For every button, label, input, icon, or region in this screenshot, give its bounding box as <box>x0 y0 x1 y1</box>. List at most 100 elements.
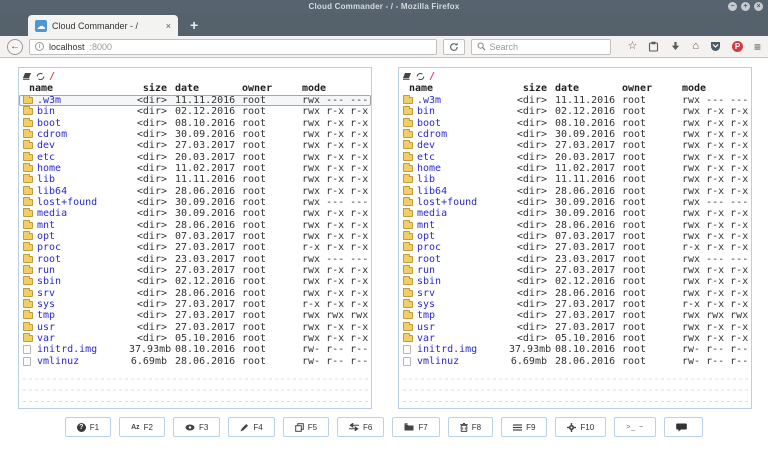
file-row[interactable]: proc <dir> 27.03.2017 root r-x r-x r-x <box>19 242 371 253</box>
edit-f4-button[interactable]: F4 <box>228 417 275 437</box>
file-name-link[interactable]: usr <box>37 322 55 333</box>
file-name-link[interactable]: etc <box>37 152 55 163</box>
file-name-link[interactable]: sys <box>37 299 55 310</box>
file-name-link[interactable]: srv <box>417 288 435 299</box>
file-name-link[interactable]: boot <box>37 118 61 129</box>
file-name-link[interactable]: root <box>37 254 61 265</box>
file-row[interactable]: mnt <dir> 28.06.2016 root rwx r-x r-x <box>399 220 751 231</box>
refresh-icon[interactable] <box>36 72 45 81</box>
contact-button[interactable] <box>664 417 704 437</box>
back-button[interactable]: ← <box>7 38 23 55</box>
file-row[interactable]: lib <dir> 11.11.2016 root rwx r-x r-x <box>399 174 751 185</box>
file-row[interactable]: initrd.img 37.93mb 08.10.2016 root rw- r… <box>399 344 751 355</box>
file-name-link[interactable]: lost+found <box>417 197 477 208</box>
file-row[interactable]: tmp <dir> 27.03.2017 root rwx rwx rwx <box>19 310 371 321</box>
bookmarks-menu-icon[interactable] <box>648 41 659 52</box>
search-input[interactable]: Search <box>470 38 612 55</box>
move-f6-button[interactable]: F6 <box>337 417 385 437</box>
file-row[interactable]: opt <dir> 07.03.2017 root rwx r-x r-x <box>399 231 751 242</box>
file-row[interactable]: boot <dir> 08.10.2016 root rwx r-x r-x <box>19 118 371 129</box>
column-size[interactable]: size <box>129 83 167 94</box>
file-name-link[interactable]: proc <box>37 242 61 253</box>
file-row[interactable]: lost+found <dir> 30.09.2016 root rwx ---… <box>399 197 751 208</box>
config-f10-button[interactable]: F10 <box>555 417 607 437</box>
file-name-link[interactable]: run <box>417 265 435 276</box>
column-owner[interactable]: owner <box>622 83 682 94</box>
downloads-icon[interactable] <box>670 41 681 52</box>
file-row[interactable]: cdrom <dir> 30.09.2016 root rwx r-x r-x <box>19 129 371 140</box>
close-icon[interactable]: × <box>754 2 763 11</box>
file-row[interactable]: vmlinuz 6.69mb 28.06.2016 root rw- r-- r… <box>19 356 371 367</box>
column-date[interactable]: date <box>547 83 622 94</box>
file-name-link[interactable]: etc <box>417 152 435 163</box>
file-name-link[interactable]: srv <box>37 288 55 299</box>
file-row[interactable]: var <dir> 05.10.2016 root rwx r-x r-x <box>399 333 751 344</box>
file-row[interactable]: initrd.img 37.93mb 08.10.2016 root rw- r… <box>19 344 371 355</box>
file-row[interactable]: run <dir> 27.03.2017 root rwx r-x r-x <box>19 265 371 276</box>
file-row[interactable]: home <dir> 11.02.2017 root rwx r-x r-x <box>19 163 371 174</box>
minimize-icon[interactable]: − <box>728 2 737 11</box>
menu-f9-button[interactable]: F9 <box>501 417 548 437</box>
file-row[interactable]: sbin <dir> 02.12.2016 root rwx r-x r-x <box>399 276 751 287</box>
pocket-icon[interactable] <box>710 41 721 52</box>
file-row[interactable]: home <dir> 11.02.2017 root rwx r-x r-x <box>399 163 751 174</box>
panel-path-link[interactable]: / <box>429 71 435 82</box>
file-row[interactable]: usr <dir> 27.03.2017 root rwx r-x r-x <box>19 322 371 333</box>
file-row[interactable]: cdrom <dir> 30.09.2016 root rwx r-x r-x <box>399 129 751 140</box>
file-row[interactable]: etc <dir> 20.03.2017 root rwx r-x r-x <box>19 152 371 163</box>
file-name-link[interactable]: boot <box>417 118 441 129</box>
file-row[interactable]: .w3m <dir> 11.11.2016 root rwx --- --- <box>399 95 751 106</box>
file-row[interactable]: mnt <dir> 28.06.2016 root rwx r-x r-x <box>19 220 371 231</box>
maximize-icon[interactable]: + <box>741 2 750 11</box>
file-name-link[interactable]: initrd.img <box>37 344 97 355</box>
tab-close-icon[interactable]: × <box>166 21 171 31</box>
file-name-link[interactable]: .w3m <box>417 95 441 106</box>
file-row[interactable]: run <dir> 27.03.2017 root rwx r-x r-x <box>399 265 751 276</box>
file-name-link[interactable]: initrd.img <box>417 344 477 355</box>
file-row[interactable]: srv <dir> 28.06.2016 root rwx r-x r-x <box>399 288 751 299</box>
file-row[interactable]: lib64 <dir> 28.06.2016 root rwx r-x r-x <box>19 186 371 197</box>
file-row[interactable]: srv <dir> 28.06.2016 root rwx r-x r-x <box>19 288 371 299</box>
tab-cloud-commander[interactable]: ☁ Cloud Commander - / × <box>28 15 178 36</box>
column-date[interactable]: date <box>167 83 242 94</box>
pinterest-icon[interactable]: P <box>731 41 743 52</box>
copy-path-icon[interactable] <box>402 72 412 81</box>
file-name-link[interactable]: dev <box>417 140 435 151</box>
site-info-icon[interactable]: i <box>35 42 44 51</box>
column-mode[interactable]: mode <box>302 83 369 94</box>
file-row[interactable]: bin <dir> 02.12.2016 root rwx r-x r-x <box>399 106 751 117</box>
copy-f5-button[interactable]: F5 <box>282 417 330 437</box>
file-row[interactable]: dev <dir> 27.03.2017 root rwx r-x r-x <box>19 140 371 151</box>
file-row[interactable]: dev <dir> 27.03.2017 root rwx r-x r-x <box>399 140 751 151</box>
file-name-link[interactable]: bin <box>417 106 435 117</box>
delete-f8-button[interactable]: F8 <box>447 417 494 437</box>
file-row[interactable]: opt <dir> 07.03.2017 root rwx r-x r-x <box>19 231 371 242</box>
column-size[interactable]: size <box>509 83 547 94</box>
file-row[interactable]: usr <dir> 27.03.2017 root rwx r-x r-x <box>399 322 751 333</box>
rename-f2-button[interactable]: Az F2 <box>119 417 166 437</box>
file-name-link[interactable]: .w3m <box>37 95 61 106</box>
file-name-link[interactable]: media <box>37 208 67 219</box>
column-name[interactable]: name <box>403 83 509 94</box>
file-name-link[interactable]: opt <box>417 231 435 242</box>
file-row[interactable]: media <dir> 30.09.2016 root rwx r-x r-x <box>19 208 371 219</box>
file-name-link[interactable]: bin <box>37 106 55 117</box>
column-owner[interactable]: owner <box>242 83 302 94</box>
new-tab-button[interactable]: + <box>190 14 198 36</box>
file-name-link[interactable]: lib <box>37 174 55 185</box>
reload-button[interactable] <box>443 38 465 55</box>
file-row[interactable]: boot <dir> 08.10.2016 root rwx r-x r-x <box>399 118 751 129</box>
refresh-icon[interactable] <box>416 72 425 81</box>
file-name-link[interactable]: lib64 <box>37 186 67 197</box>
file-name-link[interactable]: sbin <box>417 276 441 287</box>
file-name-link[interactable]: home <box>417 163 441 174</box>
file-row[interactable]: .w3m <dir> 11.11.2016 root rwx --- --- <box>19 95 371 107</box>
file-row[interactable]: tmp <dir> 27.03.2017 root rwx rwx rwx <box>399 310 751 321</box>
file-name-link[interactable]: var <box>417 333 435 344</box>
file-name-link[interactable]: usr <box>417 322 435 333</box>
home-icon[interactable]: ⌂ <box>692 41 699 52</box>
file-name-link[interactable]: vmlinuz <box>37 356 79 367</box>
bookmark-star-icon[interactable]: ☆ <box>627 41 637 52</box>
column-mode[interactable]: mode <box>682 83 749 94</box>
file-row[interactable]: sbin <dir> 02.12.2016 root rwx r-x r-x <box>19 276 371 287</box>
